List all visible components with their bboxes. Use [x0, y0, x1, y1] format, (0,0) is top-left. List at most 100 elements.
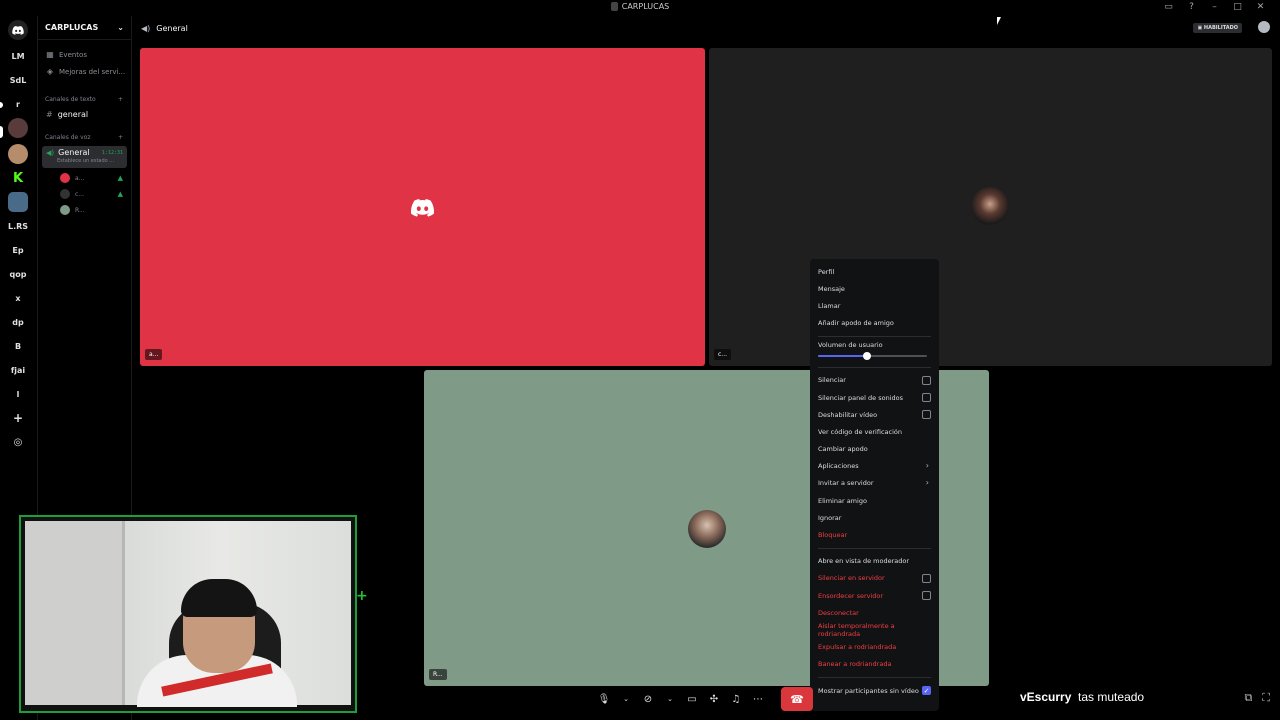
tile-name-label: c...	[714, 349, 732, 360]
status-badge[interactable]: ▣ HABILITADO	[1193, 23, 1242, 33]
mute-soundboard-checkbox[interactable]	[922, 392, 931, 402]
menu-server-deafen[interactable]: Ensordecer servidor	[816, 587, 933, 604]
server-lrs[interactable]: L.RS	[8, 216, 28, 236]
help-icon[interactable]: ?	[1186, 2, 1197, 12]
events-item[interactable]: ▦ Eventos	[38, 46, 131, 63]
inbox-icon[interactable]: ▭	[1163, 2, 1174, 12]
kick-icon[interactable]: K	[8, 168, 28, 188]
menu-add-nickname[interactable]: Añadir apodo de amigo	[816, 315, 933, 332]
add-server-icon[interactable]: +	[8, 408, 28, 428]
show-non-video-checkbox[interactable]: ✓	[922, 685, 931, 695]
voice-user-1[interactable]: a... ▲	[38, 170, 131, 186]
server-x[interactable]: x	[8, 288, 28, 308]
server-l[interactable]: l	[8, 384, 28, 404]
menu-change-nickname[interactable]: Cambiar apodo	[816, 441, 933, 458]
minimize-icon[interactable]: –	[1209, 2, 1220, 12]
menu-disable-video[interactable]: Deshabilitar vídeo	[816, 406, 933, 423]
soundboard-icon[interactable]: ♫	[727, 688, 745, 710]
server-deafen-checkbox[interactable]	[922, 591, 931, 600]
menu-moderator-view[interactable]: Abre en vista de moderador	[816, 553, 933, 570]
server-lm[interactable]: LM	[8, 46, 28, 66]
menu-profile[interactable]: Perfil	[816, 263, 933, 280]
menu-kick[interactable]: Expulsar a rodriandrada	[816, 639, 933, 656]
server-dp[interactable]: dp	[8, 312, 28, 332]
user-volume-slider[interactable]	[818, 351, 927, 361]
boosts-item[interactable]: ◈ Mejoras del servi...	[38, 63, 131, 80]
discord-home-icon[interactable]	[8, 20, 28, 40]
overlay-text: tas muteado	[1078, 690, 1145, 704]
menu-invite[interactable]: Invitar a servidor ›	[816, 475, 933, 492]
voice-header: ◀) General ▣ HABILITADO	[133, 16, 1280, 40]
menu-mute[interactable]: Silenciar	[816, 372, 933, 389]
voice-channel-label: General	[58, 148, 90, 157]
menu-apps[interactable]: Aplicaciones ›	[816, 458, 933, 475]
server-r[interactable]: r	[8, 94, 28, 114]
menu-message[interactable]: Mensaje	[816, 280, 933, 297]
server-qop[interactable]: qop	[8, 264, 28, 284]
user-context-menu: Perfil Mensaje Llamar Añadir apodo de am…	[810, 259, 939, 711]
camera-options-chevron-icon[interactable]: ⌄	[661, 688, 679, 710]
popout-icon[interactable]: ⧉	[1244, 691, 1252, 705]
screen-share-button-icon[interactable]: ▭	[683, 688, 701, 710]
menu-server-mute[interactable]: Silenciar en servidor	[816, 570, 933, 587]
fullscreen-icon[interactable]: ⛶	[1262, 691, 1270, 705]
server-avatar-1[interactable]	[8, 118, 28, 138]
status-badge-text: HABILITADO	[1203, 25, 1238, 31]
menu-mute-soundboard[interactable]: Silenciar panel de sonidos	[816, 389, 933, 406]
menu-timeout[interactable]: Aislar temporalmente a rodriandrada	[816, 621, 933, 638]
discover-icon[interactable]: ◎	[8, 432, 28, 452]
corner-controls: ⧉ ⛶	[1244, 691, 1270, 705]
server-x-label: x	[15, 293, 21, 303]
menu-call[interactable]: Llamar	[816, 297, 933, 314]
menu-add-nickname-label: Añadir apodo de amigo	[818, 319, 894, 328]
webcam-overlay	[19, 515, 357, 713]
video-tile-2[interactable]: c...	[709, 48, 1272, 366]
text-category[interactable]: Canales de texto +	[38, 92, 131, 106]
guild-header[interactable]: CARPLUCAS ⌄	[38, 16, 131, 40]
maximize-icon[interactable]: □	[1232, 2, 1243, 12]
avatar	[688, 510, 726, 548]
microphone-icon[interactable]: 🎙	[595, 688, 613, 710]
menu-verification-code[interactable]: Ver código de verificación	[816, 423, 933, 440]
mic-options-chevron-icon[interactable]: ⌄	[617, 688, 635, 710]
server-avatar-3[interactable]	[8, 192, 28, 212]
server-fjai[interactable]: fjai	[8, 360, 28, 380]
mute-checkbox[interactable]	[922, 375, 931, 385]
menu-remove-friend[interactable]: Eliminar amigo	[816, 492, 933, 509]
server-ep[interactable]: Ep	[8, 240, 28, 260]
more-options-icon[interactable]: ⋯	[749, 688, 767, 710]
tile-name-label: a...	[145, 349, 163, 360]
close-icon[interactable]: ✕	[1255, 2, 1266, 12]
voice-channel-general[interactable]: ◀) General 1:12:31 Establece un estado ..…	[42, 146, 127, 168]
window-controls: ▭ ? – □ ✕	[1163, 2, 1266, 12]
channel-general-text[interactable]: # general	[38, 106, 131, 122]
server-mute-checkbox[interactable]	[922, 573, 931, 583]
avatar	[60, 189, 70, 199]
slider-knob[interactable]	[863, 351, 872, 360]
menu-ignore[interactable]: Ignorar	[816, 509, 933, 526]
disconnect-call-button[interactable]: ☎	[781, 687, 813, 711]
chat-icon[interactable]	[1258, 21, 1270, 33]
disable-video-checkbox[interactable]	[922, 410, 931, 420]
video-tile-1[interactable]: a...	[140, 48, 705, 366]
add-voice-channel-icon[interactable]: +	[118, 134, 123, 141]
server-sdl[interactable]: SdL	[8, 70, 28, 90]
selected-pill	[0, 126, 3, 138]
boosts-label: Mejoras del servi...	[59, 67, 126, 76]
voice-user-3[interactable]: R...	[38, 202, 131, 218]
camera-off-icon[interactable]: ⊘	[639, 688, 657, 710]
activities-icon[interactable]: ✣	[705, 688, 723, 710]
server-glyph-icon	[610, 2, 618, 11]
text-channel-label: general	[57, 109, 89, 119]
server-avatar-2[interactable]	[8, 144, 28, 164]
voice-status[interactable]: Establece un estado ...	[57, 158, 123, 164]
menu-divider	[818, 335, 931, 337]
menu-show-non-video[interactable]: Mostrar participantes sin vídeo ✓	[816, 682, 933, 699]
server-b[interactable]: B	[8, 336, 28, 356]
menu-block[interactable]: Bloquear	[816, 526, 933, 543]
menu-disconnect[interactable]: Desconectar	[816, 604, 933, 621]
add-channel-icon[interactable]: +	[118, 96, 123, 103]
voice-category[interactable]: Canales de voz +	[38, 130, 131, 144]
menu-ban[interactable]: Banear a rodriandrada	[816, 656, 933, 673]
voice-user-2[interactable]: c... ▲	[38, 186, 131, 202]
